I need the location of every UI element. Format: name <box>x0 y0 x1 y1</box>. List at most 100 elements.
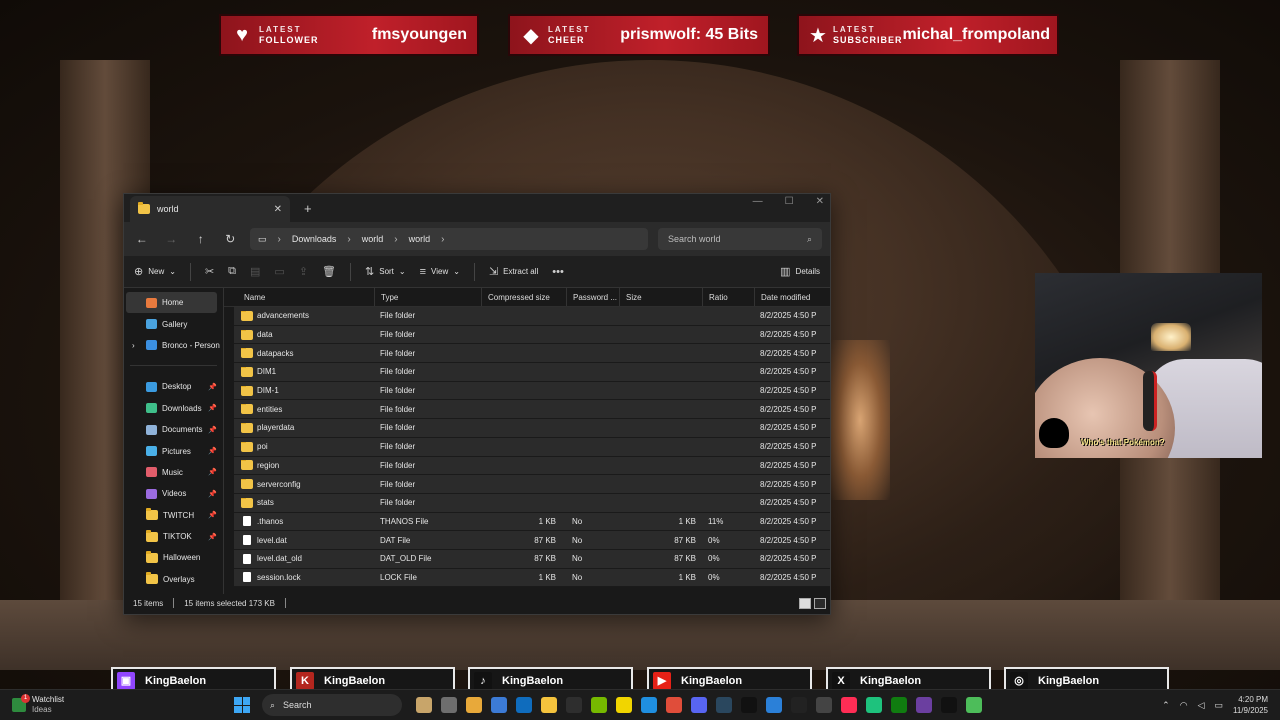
view-button[interactable]: ≡ View ⌄ <box>420 266 460 278</box>
taskbar-app-icon[interactable] <box>816 697 832 713</box>
paste-button[interactable]: ▤ <box>250 265 260 278</box>
table-row[interactable]: datapacks File folder 8/2/2025 4:50 P <box>234 344 830 364</box>
chevron-right-icon[interactable]: › <box>132 341 135 350</box>
taskbar-app-icon[interactable] <box>866 697 882 713</box>
table-row[interactable]: DIM1 File folder 8/2/2025 4:50 P <box>234 363 830 382</box>
taskbar-app-icon[interactable] <box>491 697 507 713</box>
column-password[interactable]: Password ... <box>566 288 619 306</box>
table-row[interactable]: level.dat DAT File 87 KB No 87 KB 0% 8/2/2025 … <box>234 531 830 550</box>
column-type[interactable]: Type <box>374 288 481 306</box>
taskbar-app-icon[interactable] <box>616 697 632 713</box>
address-bar[interactable]: ▭ › Downloads › world › world › <box>250 228 648 250</box>
breadcrumb-item[interactable]: world <box>409 234 431 244</box>
taskbar-app-icon[interactable] <box>966 697 982 713</box>
taskbar-app-icon[interactable] <box>841 697 857 713</box>
taskbar-app-icon[interactable] <box>516 697 532 713</box>
sort-button[interactable]: ⇅ Sort ⌄ <box>365 265 406 278</box>
sidebar-item[interactable]: Desktop 📌 <box>124 376 223 397</box>
sidebar-item[interactable]: TIKTOK 📌 <box>124 526 223 547</box>
taskbar-app-icon[interactable] <box>916 697 932 713</box>
taskbar-app-icon[interactable] <box>741 697 757 713</box>
table-row[interactable]: advancements File folder 8/2/2025 4:50 P <box>234 307 830 326</box>
taskbar-app-icon[interactable] <box>666 697 682 713</box>
sidebar-item[interactable]: Documents 📌 <box>124 419 223 440</box>
rename-button[interactable]: ▭ <box>274 265 284 278</box>
details-button[interactable]: ▥ Details <box>780 265 820 278</box>
file-icon <box>243 553 251 564</box>
sidebar-item[interactable]: Downloads 📌 <box>124 398 223 419</box>
taskbar-app-icon[interactable] <box>466 697 482 713</box>
table-row[interactable]: playerdata File folder 8/2/2025 4:50 P <box>234 419 830 438</box>
share-button[interactable]: ⇪ <box>299 265 308 278</box>
column-compressed-size[interactable]: Compressed size <box>481 288 566 306</box>
close-window-icon[interactable]: ✕ <box>816 196 824 207</box>
file-compressed-cell: 87 KB <box>534 535 556 545</box>
tab-world[interactable]: world ✕ <box>130 196 290 222</box>
up-button[interactable]: ↑ <box>191 232 211 246</box>
table-row[interactable]: serverconfig File folder 8/2/2025 4:50 P <box>234 475 830 494</box>
taskbar-app-icon[interactable] <box>416 697 432 713</box>
sidebar-item[interactable]: TWITCH 📌 <box>124 505 223 526</box>
search-input[interactable]: Search world ⌕ <box>658 228 822 250</box>
table-row[interactable]: session.lock LOCK File 1 KB No 1 KB 0% 8/2/202… <box>234 568 830 588</box>
back-button[interactable]: ← <box>132 232 152 246</box>
table-row[interactable]: stats File folder 8/2/2025 4:50 P <box>234 493 830 513</box>
taskbar-app-icon[interactable] <box>691 697 707 713</box>
table-row[interactable]: level.dat_old DAT_OLD File 87 KB No 87 KB 0% 8… <box>234 549 830 569</box>
sidebar-item[interactable]: Videos 📌 <box>124 483 223 504</box>
new-tab-button[interactable]: + <box>304 201 312 216</box>
minimize-icon[interactable]: — <box>753 196 763 207</box>
table-row[interactable]: entities File folder 8/2/2025 4:50 P <box>234 400 830 420</box>
taskbar-app-icon[interactable] <box>641 697 657 713</box>
breadcrumb-item[interactable]: world <box>362 234 384 244</box>
delete-button[interactable]: 🗑 <box>322 265 336 278</box>
details-view-button[interactable] <box>799 597 811 609</box>
taskbar-app-icon[interactable] <box>891 697 907 713</box>
sidebar-item[interactable]: › Bronco - Person <box>124 335 223 356</box>
tiles-view-button[interactable] <box>814 597 826 609</box>
new-button[interactable]: ⊕ New ⌄ <box>134 265 176 278</box>
forward-button[interactable]: → <box>162 232 182 246</box>
taskbar-app-icon[interactable] <box>716 697 732 713</box>
cut-button[interactable]: ✂ <box>205 265 214 278</box>
file-rows: advancements File folder 8/2/2025 4:50 Pda… <box>224 307 830 588</box>
sidebar-item[interactable]: Home <box>126 292 217 314</box>
taskbar-app-icon[interactable] <box>766 697 782 713</box>
chevron-up-icon[interactable]: ⌃ <box>1162 700 1170 711</box>
file-name: data <box>257 330 273 340</box>
sidebar-item[interactable]: Music 📌 <box>124 462 223 483</box>
maximize-icon[interactable]: ☐ <box>785 196 794 207</box>
wifi-icon[interactable]: ◠ <box>1180 700 1188 711</box>
more-options-button[interactable]: ••• <box>552 266 564 278</box>
breadcrumb-item[interactable]: Downloads <box>292 234 337 244</box>
taskbar-search[interactable]: ⌕ Search <box>262 694 402 716</box>
column-date-modified[interactable]: Date modified <box>754 288 830 306</box>
taskbar-app-icon[interactable] <box>791 697 807 713</box>
battery-icon[interactable]: ▭ <box>1214 700 1223 711</box>
column-ratio[interactable]: Ratio <box>702 288 754 306</box>
sidebar-item[interactable]: Halloween <box>124 547 223 568</box>
table-row[interactable]: data File folder 8/2/2025 4:50 P <box>234 325 830 345</box>
taskbar-app-icon[interactable] <box>566 697 582 713</box>
column-name[interactable]: Name <box>224 288 374 306</box>
table-row[interactable]: poi File folder 8/2/2025 4:50 P <box>234 437 830 457</box>
column-size[interactable]: Size <box>619 288 702 306</box>
refresh-button[interactable]: ↻ <box>221 232 241 246</box>
copy-button[interactable]: ⧉ <box>228 265 236 278</box>
sidebar-item[interactable]: Pictures 📌 <box>124 440 223 461</box>
table-row[interactable]: .thanos THANOS File 1 KB No 1 KB 11% 8/2/2025 … <box>234 512 830 532</box>
taskbar-app-icon[interactable] <box>941 697 957 713</box>
sidebar-item[interactable]: Gallery <box>124 313 223 334</box>
taskbar-app-icon[interactable] <box>541 697 557 713</box>
widgets-button[interactable]: Watchlist Ideas <box>0 694 200 715</box>
clock[interactable]: 4:20 PM 11/9/2025 <box>1233 694 1268 716</box>
taskbar-app-icon[interactable] <box>441 697 457 713</box>
close-tab-icon[interactable]: ✕ <box>274 204 282 215</box>
table-row[interactable]: DIM-1 File folder 8/2/2025 4:50 P <box>234 381 830 401</box>
taskbar-app-icon[interactable] <box>591 697 607 713</box>
sidebar-item[interactable]: Overlays <box>124 569 223 590</box>
start-button[interactable] <box>234 697 250 713</box>
table-row[interactable]: region File folder 8/2/2025 4:50 P <box>234 456 830 476</box>
volume-icon[interactable]: ◁ <box>1198 700 1205 711</box>
extract-all-button[interactable]: ⇲ Extract all <box>489 265 538 278</box>
